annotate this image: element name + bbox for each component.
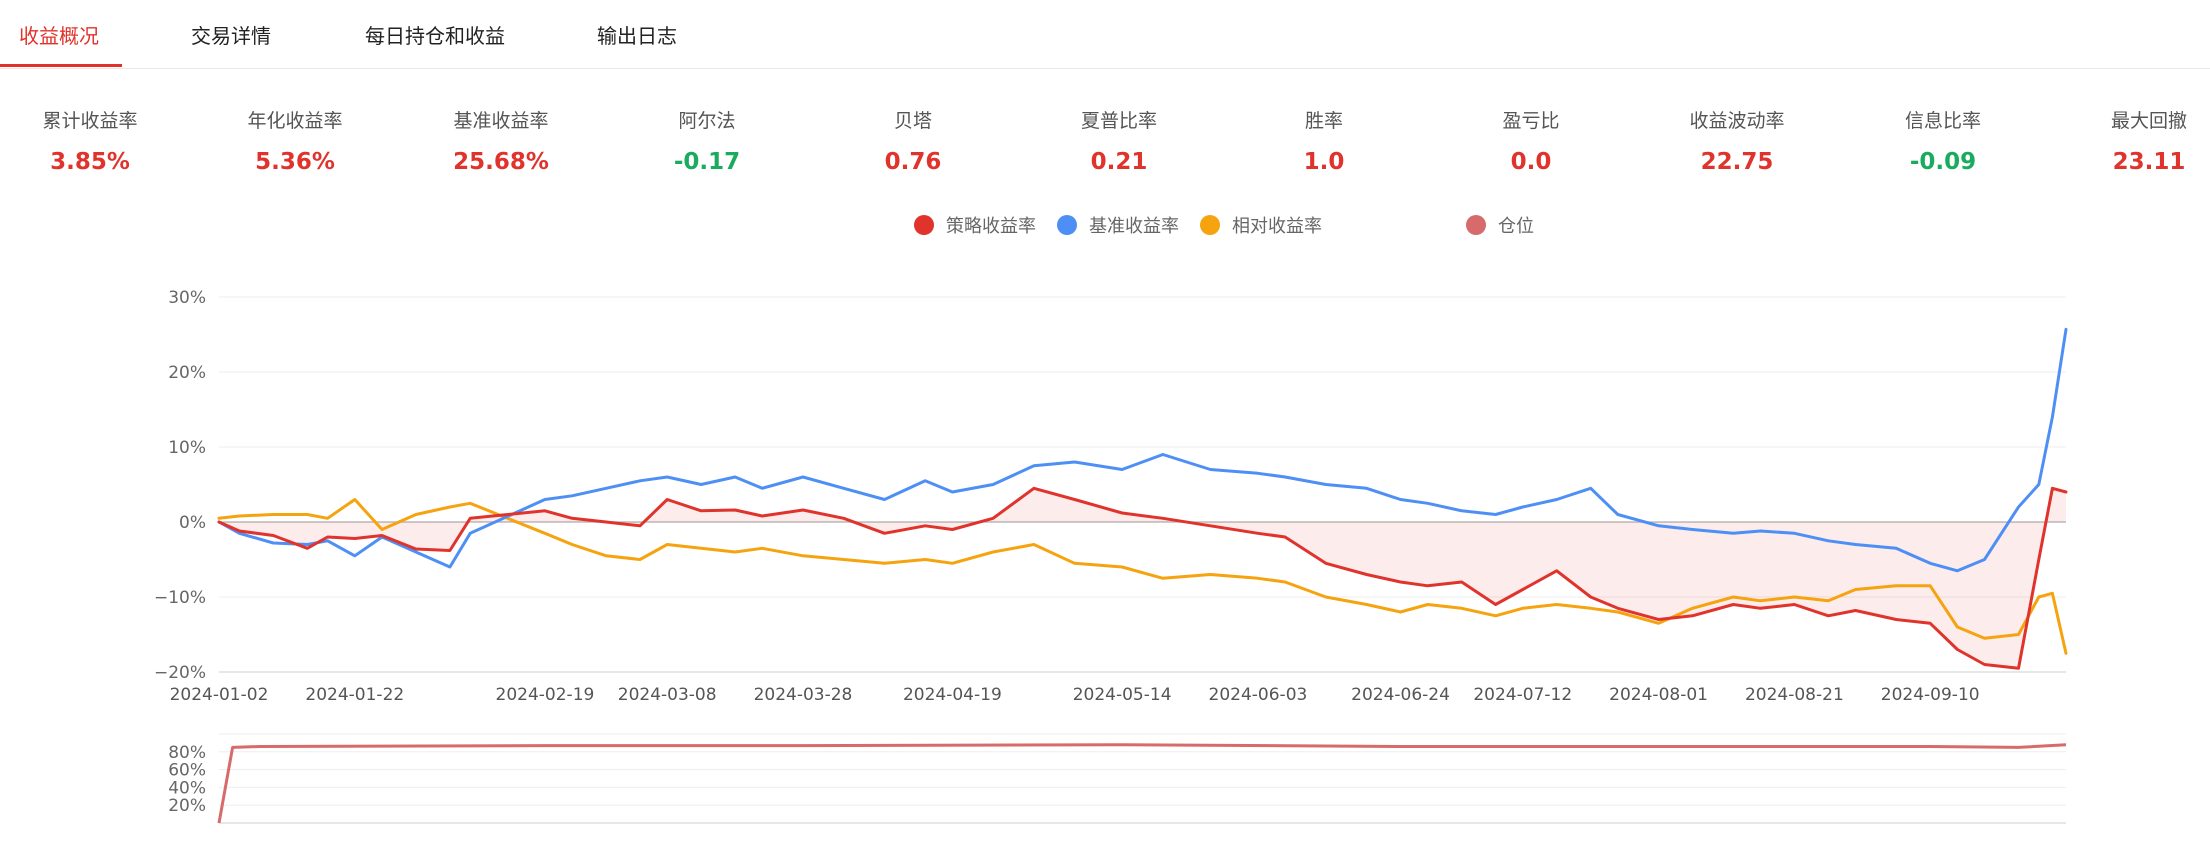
y-tick-label: −10% <box>154 588 206 608</box>
x-tick-label: 2024-09-10 <box>1881 685 1980 705</box>
x-tick-label: 2024-08-01 <box>1609 685 1708 705</box>
position-line <box>217 743 2067 824</box>
x-tick-label: 2024-07-12 <box>1473 685 1572 705</box>
y-tick-label: 30% <box>168 288 206 308</box>
position-y-tick-label: 20% <box>168 796 206 816</box>
y-tick-label: 10% <box>168 438 206 458</box>
x-tick-label: 2024-04-19 <box>903 685 1002 705</box>
x-tick-label: 2024-01-02 <box>170 685 269 705</box>
y-tick-label: 20% <box>168 363 206 383</box>
x-tick-label: 2024-01-22 <box>305 685 404 705</box>
x-tick-label: 2024-06-03 <box>1209 685 1308 705</box>
returns-chart: 30% 20% 10% 0% −10% −20%2024-01-02 2024-01-22 2… <box>154 288 2068 824</box>
y-tick-label: 0% <box>179 513 206 533</box>
x-tick-label: 2024-06-24 <box>1351 685 1450 705</box>
x-tick-label: 2024-05-14 <box>1073 685 1172 705</box>
x-tick-label: 2024-08-21 <box>1745 685 1844 705</box>
y-tick-label: −20% <box>154 663 206 683</box>
x-tick-label: 2024-03-28 <box>754 685 853 705</box>
x-tick-label: 2024-03-08 <box>618 685 717 705</box>
x-tick-label: 2024-02-19 <box>496 685 595 705</box>
